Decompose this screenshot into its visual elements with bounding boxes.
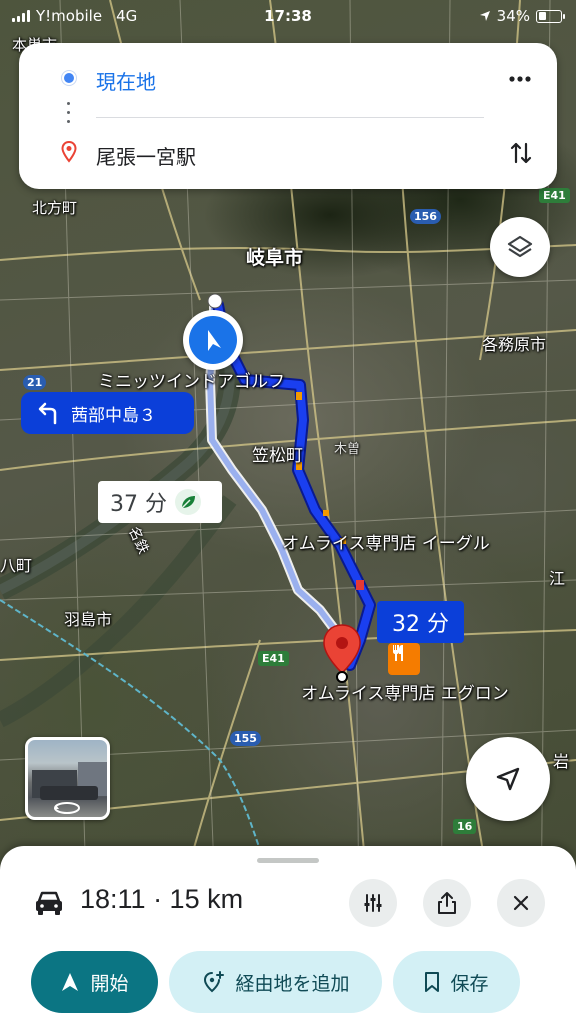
start-label: 開始 [90, 972, 129, 995]
street-view-thumbnail[interactable] [25, 737, 110, 820]
turn-instruction-label: 茜部中島３ [71, 405, 156, 426]
shield-155: 155 [230, 731, 261, 746]
recenter-button[interactable] [466, 737, 550, 821]
navigation-icon [62, 973, 79, 991]
battery-icon [536, 9, 565, 23]
shield-156: 156 [410, 209, 441, 224]
restaurant-icon[interactable] [388, 643, 420, 675]
close-button[interactable] [497, 879, 545, 927]
save-button[interactable]: 保存 [393, 951, 520, 1013]
selected-route-time: 32 分 [392, 612, 449, 637]
shield-16: 16 [453, 819, 477, 834]
destination-field[interactable]: 尾張一宮駅 [96, 141, 196, 170]
route-options-button[interactable] [349, 879, 397, 927]
map-label-hachiya: 八町 [0, 556, 33, 575]
map-label-minitsu: ミニッツインドアゴルフ [98, 372, 285, 392]
destination-marker-icon [61, 140, 77, 163]
start-button[interactable]: 開始 [31, 951, 158, 1013]
map-label-kitagata: 北方町 [32, 199, 78, 217]
route-connector-icon [67, 102, 71, 129]
current-location-marker [183, 310, 243, 370]
location-services-icon [479, 11, 490, 21]
map-label-ko: 江 [549, 569, 566, 588]
turn-instruction-chip[interactable]: 茜部中島３ [21, 392, 194, 434]
turn-left-icon [38, 402, 57, 425]
route-divider [96, 117, 484, 118]
more-options-button[interactable] [500, 59, 540, 99]
battery-percent: 34% [496, 7, 530, 25]
map-poi-eagle[interactable]: オムライス専門店 イーグル [276, 533, 496, 555]
destination-pin-icon[interactable] [320, 623, 364, 685]
map-label-iwa: 岩 [553, 752, 570, 771]
add-stop-label: 経由地を追加 [235, 972, 350, 995]
shield-21: 21 [23, 375, 47, 390]
layers-icon [507, 235, 533, 258]
status-bar: Y!mobile 4G 17:38 34% [0, 0, 576, 32]
share-button[interactable] [423, 879, 471, 927]
bookmark-icon [425, 972, 440, 992]
sheet-drag-handle[interactable] [257, 858, 319, 863]
map-label-hashima: 羽島市 [64, 610, 113, 629]
car-icon [33, 889, 65, 921]
shield-e41-north: E41 [539, 188, 570, 203]
share-icon [438, 892, 456, 914]
add-location-icon [204, 971, 225, 993]
origin-field[interactable]: 現在地 [96, 66, 156, 95]
shield-e41-south: E41 [258, 651, 289, 666]
save-label: 保存 [450, 972, 489, 995]
alternative-route-time: 37 分 [110, 492, 167, 517]
swap-route-button[interactable] [501, 133, 541, 173]
close-icon [513, 895, 529, 911]
route-summary: 18:11 · 15 km [80, 884, 244, 914]
map-label-kasamatsu: 笠松町 [252, 446, 303, 466]
alternative-route-chip[interactable]: 37 分 [98, 481, 222, 523]
street-view-rotate-icon [52, 800, 82, 814]
map-label-kakamigahara: 各務原市 [482, 335, 547, 354]
navigation-outline-icon [496, 767, 520, 791]
navigation-arrow-icon [189, 316, 237, 364]
tune-icon [364, 894, 382, 912]
map-poi-destination[interactable]: オムライス専門店 エグロン [290, 683, 520, 705]
add-stop-button[interactable]: 経由地を追加 [169, 951, 382, 1013]
bottom-sheet: 18:11 · 15 km 開始 経由地を追加 保存 [0, 846, 576, 1024]
map-label-gifu: 岐阜市 [246, 247, 304, 269]
selected-route-chip[interactable]: 32 分 [377, 601, 464, 643]
origin-dot-icon [62, 71, 76, 85]
layers-button[interactable] [490, 217, 550, 277]
map-label-kiso: 木曽 [334, 442, 361, 457]
eco-leaf-icon [175, 489, 201, 515]
more-horizontal-icon [509, 76, 531, 82]
swap-vertical-icon [510, 142, 532, 164]
